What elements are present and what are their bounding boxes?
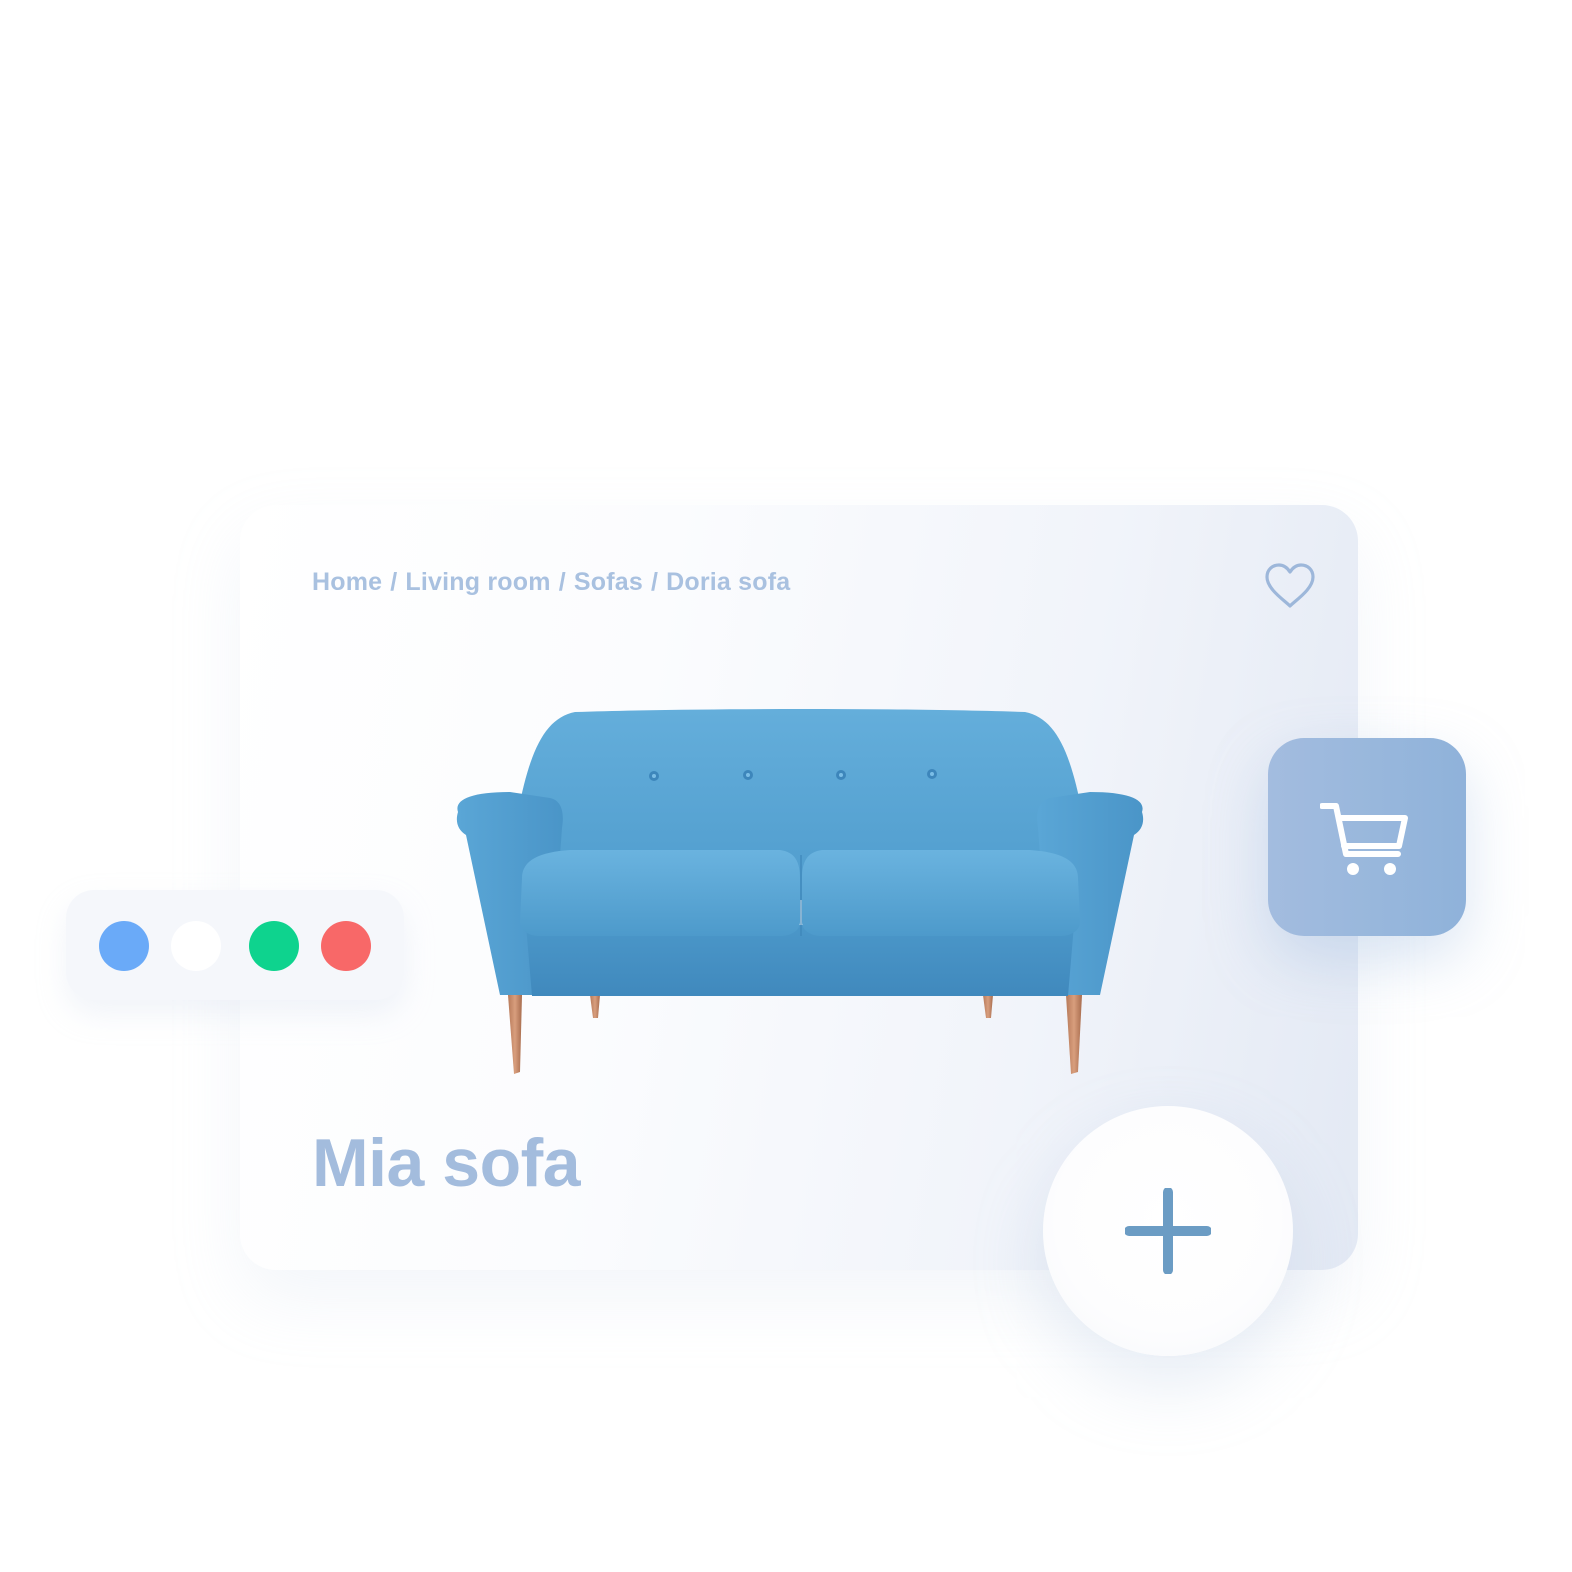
color-swatch-white[interactable] xyxy=(171,921,221,971)
breadcrumb-item-living-room[interactable]: Living room xyxy=(405,568,550,596)
plus-icon xyxy=(1125,1188,1211,1274)
color-swatch-red[interactable] xyxy=(321,921,371,971)
product-page: Home/Living room/Sofas/Doria sofa xyxy=(0,0,1572,1572)
breadcrumb-item-current: Doria sofa xyxy=(666,568,791,596)
breadcrumb-separator: / xyxy=(390,568,398,596)
color-swatch-green[interactable] xyxy=(249,921,299,971)
add-to-cart-button[interactable] xyxy=(1268,738,1466,936)
color-selector xyxy=(66,890,404,1000)
add-button[interactable] xyxy=(1043,1106,1293,1356)
cart-icon xyxy=(1320,803,1408,875)
product-title: Mia sofa xyxy=(312,1125,581,1201)
breadcrumb-item-sofas[interactable]: Sofas xyxy=(574,568,643,596)
breadcrumb: Home / Living room / Sofas / Doria sofa xyxy=(312,568,790,597)
breadcrumb-separator: / xyxy=(650,568,659,596)
favorite-button[interactable] xyxy=(1262,560,1318,612)
breadcrumb-separator: / xyxy=(558,568,566,596)
color-swatch-blue[interactable] xyxy=(99,921,149,971)
breadcrumb-item-home[interactable]: Home xyxy=(312,568,382,596)
heart-icon xyxy=(1265,563,1315,608)
product-image xyxy=(456,709,1144,1074)
